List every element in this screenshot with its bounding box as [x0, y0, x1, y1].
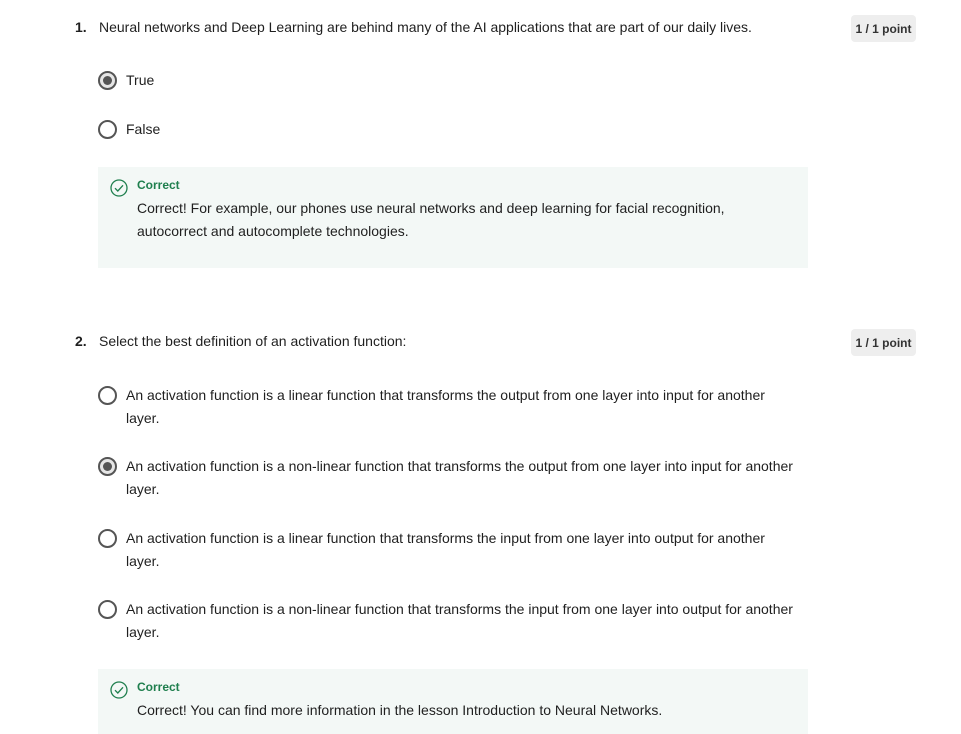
option-label: True: [126, 72, 155, 88]
points-badge: 1 / 1 point: [851, 15, 916, 42]
option-label: False: [126, 121, 161, 137]
feedback-text: Correct! You can find more information i…: [137, 702, 663, 718]
quiz-page: 1. Neural networks and Deep Learning are…: [0, 0, 961, 734]
check-circle-icon: [110, 681, 128, 699]
option-label: An activation function is a linear funct…: [126, 530, 765, 569]
question-number: 1.: [75, 19, 87, 35]
option-1[interactable]: An activation function is a linear funct…: [98, 384, 798, 430]
option-label: An activation function is a linear funct…: [126, 387, 765, 426]
radio-selected[interactable]: [98, 457, 117, 476]
radio-selected[interactable]: [98, 71, 117, 90]
question-number: 2.: [75, 333, 87, 349]
option-3[interactable]: An activation function is a linear funct…: [98, 527, 798, 573]
radio-unselected[interactable]: [98, 120, 117, 139]
question-text: Select the best definition of an activat…: [99, 333, 407, 349]
question-text: Neural networks and Deep Learning are be…: [99, 19, 752, 35]
option-label: An activation function is a non-linear f…: [126, 458, 793, 497]
radio-unselected[interactable]: [98, 529, 117, 548]
option-false[interactable]: False: [98, 118, 798, 141]
radio-unselected[interactable]: [98, 386, 117, 405]
feedback-box: Correct Correct! For example, our phones…: [98, 167, 808, 268]
feedback-box: Correct Correct! You can find more infor…: [98, 669, 808, 734]
feedback-text: Correct! For example, our phones use neu…: [137, 200, 725, 239]
points-badge: 1 / 1 point: [851, 329, 916, 356]
option-4[interactable]: An activation function is a non-linear f…: [98, 598, 798, 644]
check-circle-icon: [110, 179, 128, 197]
feedback-title: Correct: [137, 680, 180, 694]
option-true[interactable]: True: [98, 69, 798, 92]
feedback-title: Correct: [137, 178, 180, 192]
radio-unselected[interactable]: [98, 600, 117, 619]
option-label: An activation function is a non-linear f…: [126, 601, 793, 640]
option-2[interactable]: An activation function is a non-linear f…: [98, 455, 798, 501]
